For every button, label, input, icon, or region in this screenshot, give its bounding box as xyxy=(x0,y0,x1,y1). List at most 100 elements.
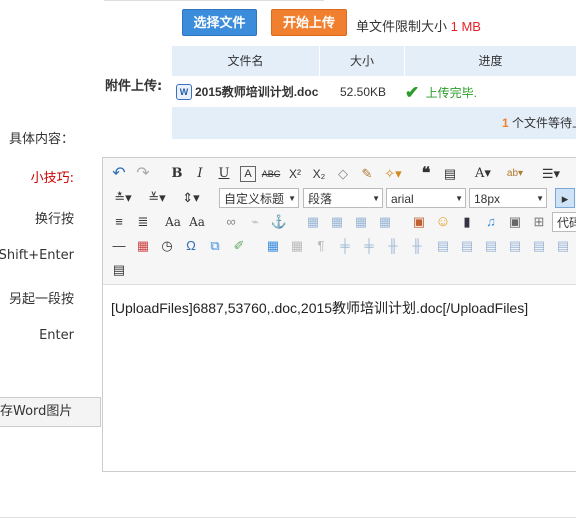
font-family-value: arial xyxy=(391,192,414,206)
row-spacing-bottom-icon[interactable]: ≚▾ xyxy=(143,188,171,208)
align-right-icon[interactable]: ≡ xyxy=(109,212,129,232)
font-size-select[interactable]: 18px ▼ xyxy=(469,188,547,208)
subscript-icon[interactable]: X₂ xyxy=(309,164,329,184)
merge-down-icon[interactable]: ▤ xyxy=(481,236,501,256)
anchor-icon[interactable]: ⚓ xyxy=(269,212,289,232)
scrawl-icon[interactable]: ✐ xyxy=(229,236,249,256)
file-name: 2015教师培训计划.doc xyxy=(195,85,319,99)
image-none-icon[interactable]: ▦ xyxy=(327,212,347,232)
column-size: 大小 xyxy=(320,46,405,76)
undo-icon[interactable]: ↶ xyxy=(109,164,129,184)
column-filename: 文件名 xyxy=(172,46,320,76)
ordered-list-icon[interactable]: ☰▾ xyxy=(541,164,561,184)
image-right-icon[interactable]: ▦ xyxy=(351,212,371,232)
letter-case-icon[interactable]: Aa xyxy=(187,212,207,232)
row-spacing-top-icon[interactable]: ≛▾ xyxy=(109,188,137,208)
check-icon: ✔ xyxy=(405,83,420,102)
tip-line2: Shift+Enter xyxy=(0,248,74,263)
chevron-down-icon: ▼ xyxy=(536,194,544,203)
start-upload-button[interactable]: 开始上传 xyxy=(271,9,347,36)
chevron-down-icon: ▼ xyxy=(455,194,463,203)
strikethrough-icon[interactable]: ABC xyxy=(261,164,281,184)
split-cells-icon[interactable]: ▤ xyxy=(505,236,525,256)
upload-status: 上传完毕. xyxy=(425,86,477,100)
attachment-icon[interactable]: ▣ xyxy=(505,212,525,232)
content-label: 具体内容： xyxy=(8,132,74,147)
paste-plain-icon[interactable]: ▤ xyxy=(440,164,460,184)
column-progress: 进度 xyxy=(405,46,576,76)
superscript-icon[interactable]: X² xyxy=(285,164,305,184)
select-file-button[interactable]: 选择文件 xyxy=(182,9,257,36)
link-icon[interactable]: ∞ xyxy=(221,212,241,232)
merge-right-icon[interactable]: ▤ xyxy=(457,236,477,256)
limit-text: 单文件限制大小 xyxy=(356,19,448,34)
table-row: W 2015教师培训计划.doc xyxy=(176,77,336,107)
split-rows-icon[interactable]: ▤ xyxy=(529,236,549,256)
special-char-icon[interactable]: Ω xyxy=(181,236,201,256)
letter-spacing-icon[interactable]: Aa xyxy=(163,212,183,232)
split-cols-icon[interactable]: ▤ xyxy=(553,236,573,256)
image-left-icon[interactable]: ▦ xyxy=(303,212,323,232)
queue-count: 1 xyxy=(501,116,509,130)
delete-row-icon[interactable]: ╪ xyxy=(359,236,379,256)
font-family-select[interactable]: arial ▼ xyxy=(386,188,466,208)
justify-icon[interactable]: ≣ xyxy=(133,212,153,232)
insert-paragraph-before-table-icon[interactable]: ¶ xyxy=(311,236,331,256)
word-doc-icon: W xyxy=(176,83,192,100)
queue-text: 个文件等待上 xyxy=(511,116,576,130)
image-center-icon[interactable]: ▦ xyxy=(375,212,395,232)
emotion-icon[interactable]: ☺ xyxy=(433,212,453,232)
print-icon[interactable]: ▤ xyxy=(109,260,129,280)
line-height-icon[interactable]: ⇕▾ xyxy=(177,188,205,208)
underline-icon[interactable]: U xyxy=(214,164,234,184)
auto-format-icon[interactable]: ✧▾ xyxy=(383,164,403,184)
file-size: 52.50KB xyxy=(340,85,387,99)
rich-text-editor: ↶ ↷ B I U A ABC X² X₂ ◇ ✎ ✧▾ ❝ ▤ A▾ ab▾ … xyxy=(102,157,576,472)
highlight-color-icon[interactable]: ab▾ xyxy=(505,164,525,184)
chevron-down-icon: ▼ xyxy=(288,194,296,203)
direction-ltr-icon[interactable]: ▸ xyxy=(555,188,575,208)
insert-col-icon[interactable]: ╫ xyxy=(383,236,403,256)
redo-icon[interactable]: ↷ xyxy=(133,164,153,184)
insert-video-icon[interactable]: ▮ xyxy=(457,212,477,232)
code-select-value: 代码 xyxy=(557,216,576,230)
chevron-down-icon: ▼ xyxy=(372,194,380,203)
editor-toolbar: ↶ ↷ B I U A ABC X² X₂ ◇ ✎ ✧▾ ❝ ▤ A▾ ab▾ … xyxy=(103,158,576,285)
code-select[interactable]: 代码 xyxy=(552,212,576,232)
save-word-images-button[interactable]: 存Word图片 xyxy=(0,397,101,427)
bottom-divider xyxy=(0,517,576,518)
wordimage-icon[interactable]: ⧉ xyxy=(205,236,225,256)
top-divider xyxy=(104,0,324,1)
delete-col-icon[interactable]: ╫ xyxy=(407,236,427,256)
heading-select[interactable]: 自定义标题 ▼ xyxy=(219,188,299,208)
paragraph-select[interactable]: 段落 ▼ xyxy=(303,188,383,208)
eraser-icon[interactable]: ◇ xyxy=(333,164,353,184)
time-icon[interactable]: ◷ xyxy=(157,236,177,256)
insert-table-icon[interactable]: ▦ xyxy=(263,236,283,256)
horizontal-rule-icon[interactable]: — xyxy=(109,236,129,256)
editor-content[interactable]: [UploadFiles]6887,53760,.doc,2015教师培训计划.… xyxy=(111,298,528,318)
tip-line4: Enter xyxy=(39,328,74,343)
delete-table-icon[interactable]: ▦ xyxy=(287,236,307,256)
queue-status: 1 个文件等待上 xyxy=(172,107,576,139)
attachment-upload-label: 附件上传: xyxy=(105,79,163,94)
left-label-column: 具体内容： 小技巧: 换行按 Shift+Enter 另起一段按 Enter xyxy=(0,0,74,529)
font-size-value: 18px xyxy=(474,192,501,206)
format-brush-icon[interactable]: ✎ xyxy=(357,164,377,184)
italic-icon[interactable]: I xyxy=(190,164,210,184)
merge-cells-icon[interactable]: ▤ xyxy=(433,236,453,256)
insert-row-icon[interactable]: ╪ xyxy=(335,236,355,256)
bold-icon[interactable]: B xyxy=(167,164,187,184)
unlink-icon[interactable]: ⌁ xyxy=(245,212,265,232)
file-size-limit: 单文件限制大小 1 MB xyxy=(356,16,481,35)
font-border-icon[interactable]: A xyxy=(240,166,256,182)
file-progress: ✔ 上传完毕. xyxy=(405,77,576,107)
date-icon[interactable]: ▦ xyxy=(133,236,153,256)
font-color-icon[interactable]: A▾ xyxy=(473,164,493,184)
map-icon[interactable]: ⊞ xyxy=(529,212,549,232)
blockquote-icon[interactable]: ❝ xyxy=(416,164,436,184)
music-icon[interactable]: ♫ xyxy=(481,212,501,232)
insert-image-icon[interactable]: ▣ xyxy=(409,212,429,232)
tip-title: 小技巧: xyxy=(30,171,74,186)
limit-value: 1 MB xyxy=(450,19,481,34)
